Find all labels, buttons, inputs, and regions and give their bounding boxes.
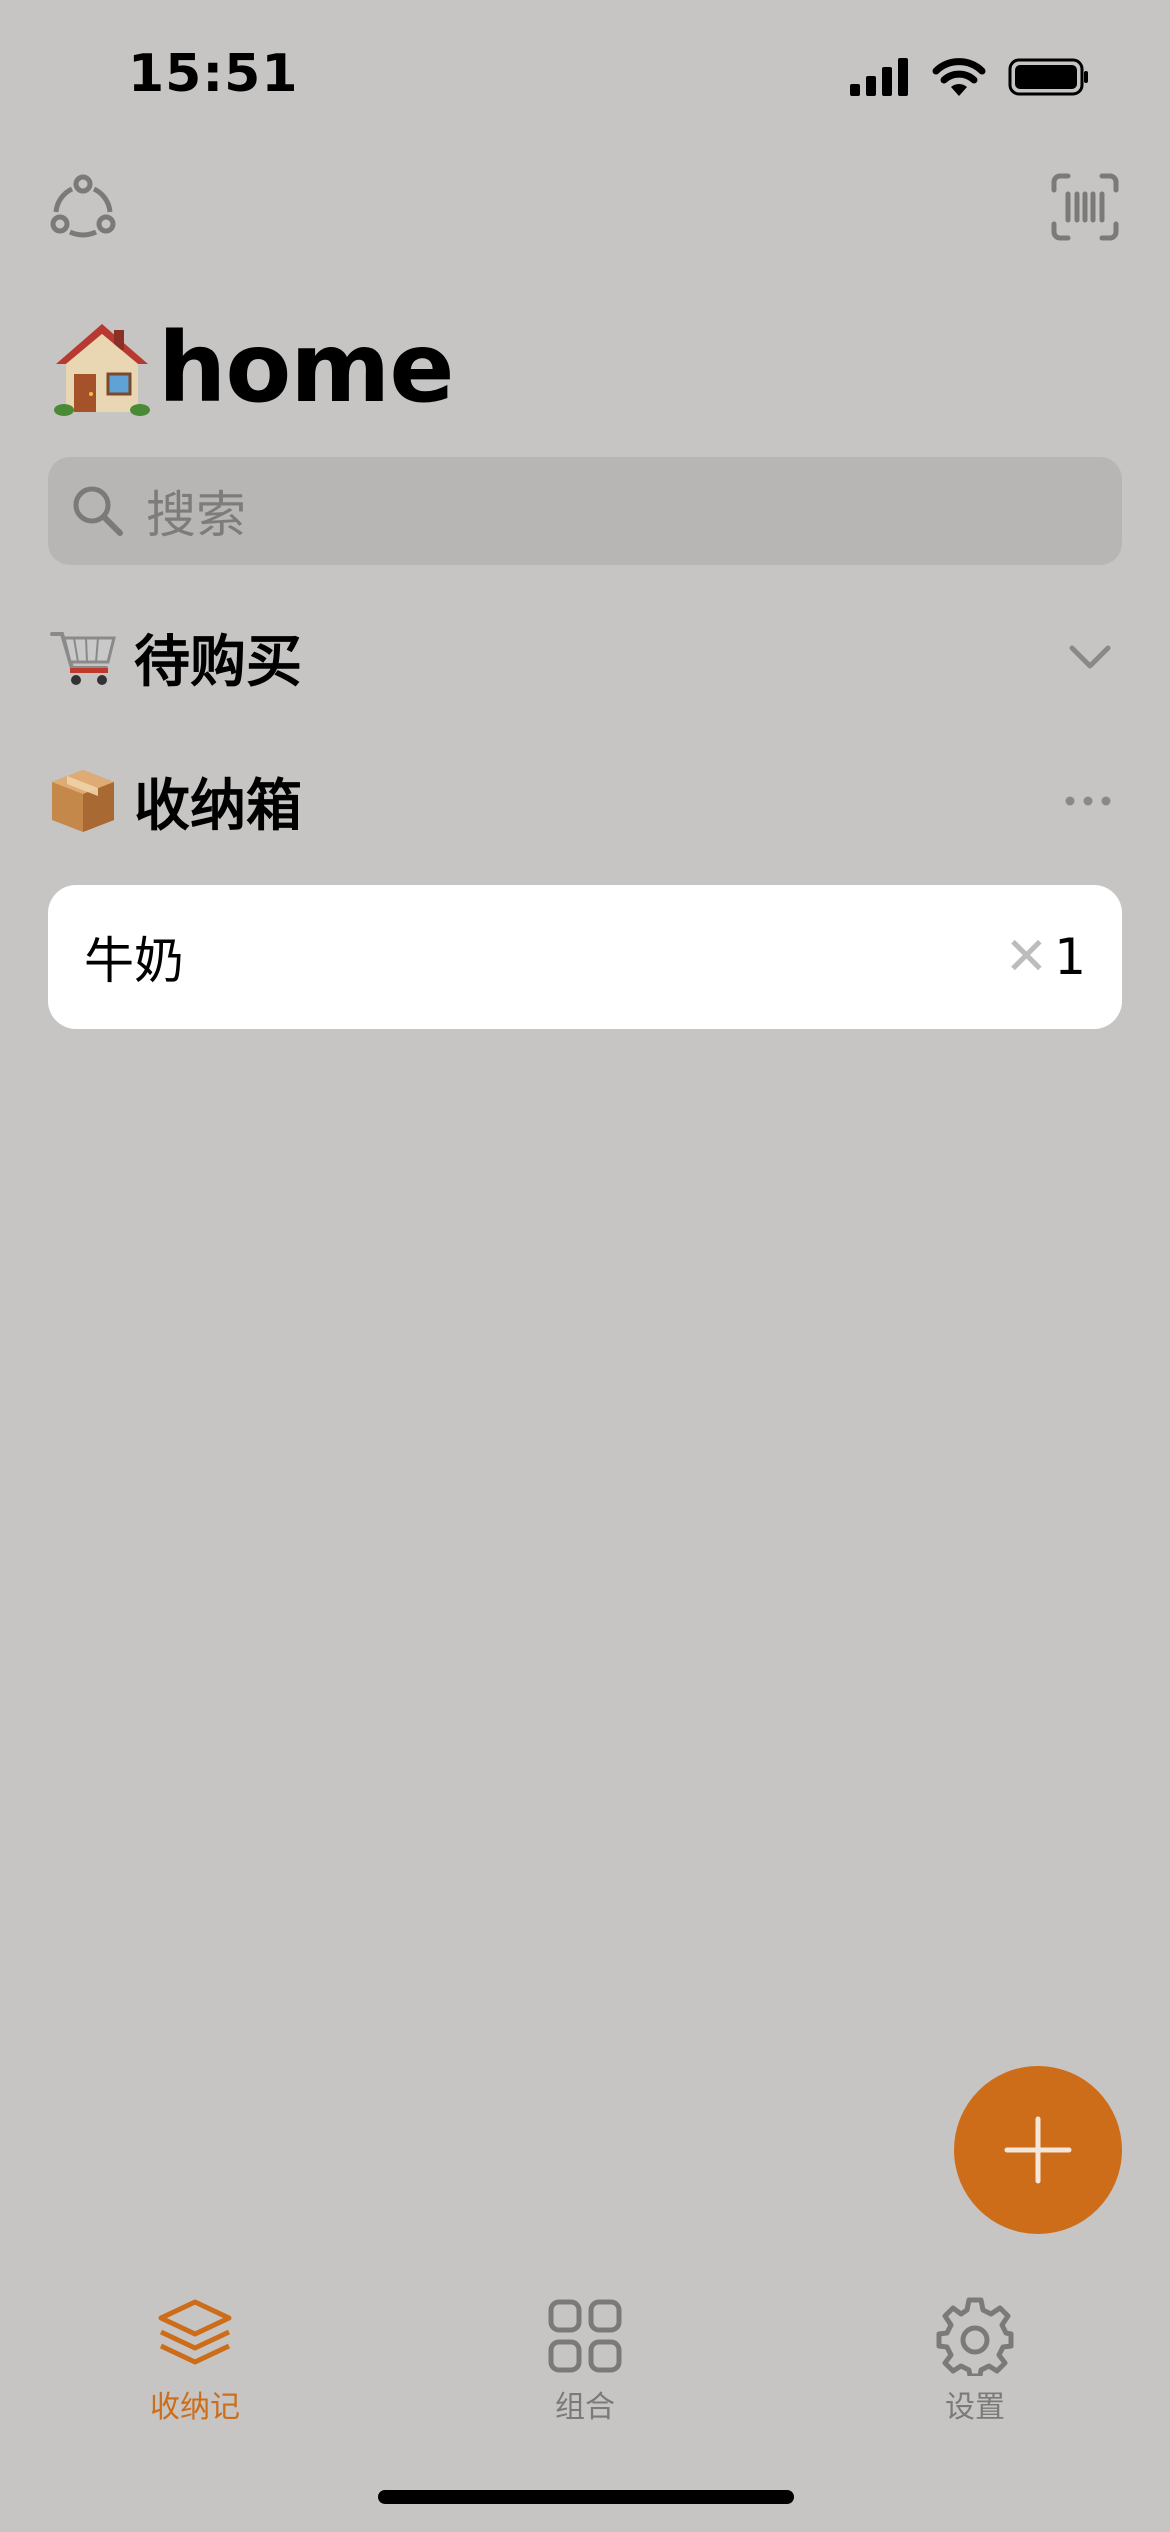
list-item[interactable]: 牛奶 ✕ 1: [48, 885, 1122, 1029]
battery-icon: [1008, 58, 1088, 96]
wifi-icon: [932, 58, 986, 96]
search-bar[interactable]: 搜索: [48, 457, 1122, 565]
plus-icon: [1004, 2116, 1072, 2184]
tab-storage[interactable]: 收纳记: [95, 2296, 295, 2426]
barcode-scan-icon[interactable]: [1050, 172, 1120, 242]
section-storage-box-label: 收纳箱: [134, 773, 302, 839]
layers-icon: [158, 2299, 232, 2365]
section-shopping-label: 待购买: [134, 629, 302, 695]
tab-settings[interactable]: 设置: [875, 2296, 1075, 2426]
section-shopping[interactable]: 待购买: [48, 617, 1122, 697]
multiply-icon: ✕: [1004, 927, 1049, 987]
item-name: 牛奶: [84, 932, 184, 990]
item-quantity-value: 1: [1054, 928, 1086, 986]
grid-icon: [548, 2299, 622, 2373]
package-emoji: [52, 770, 114, 832]
item-quantity: ✕ 1: [1005, 927, 1086, 987]
status-icons: [850, 56, 1090, 98]
add-button[interactable]: [954, 2066, 1122, 2234]
tab-combination[interactable]: 组合: [485, 2296, 685, 2426]
tab-combination-label: 组合: [555, 2390, 615, 2425]
chevron-down-icon[interactable]: [1068, 642, 1112, 672]
search-icon: [73, 486, 123, 536]
home-indicator[interactable]: [378, 2490, 794, 2504]
page-title: home: [52, 312, 454, 424]
tab-settings-label: 设置: [945, 2390, 1005, 2425]
gear-icon: [936, 2297, 1014, 2376]
share-nodes-icon[interactable]: [48, 172, 118, 242]
cellular-signal-icon: [850, 58, 908, 96]
shopping-cart-emoji: [50, 632, 116, 685]
status-time: 15:51: [128, 44, 299, 104]
house-emoji: [54, 324, 150, 416]
page-title-text: home: [158, 312, 454, 424]
search-placeholder: 搜索: [146, 486, 246, 544]
section-storage-box[interactable]: 收纳箱: [48, 761, 1122, 841]
tab-storage-label: 收纳记: [150, 2390, 240, 2425]
more-icon[interactable]: [1064, 794, 1112, 808]
